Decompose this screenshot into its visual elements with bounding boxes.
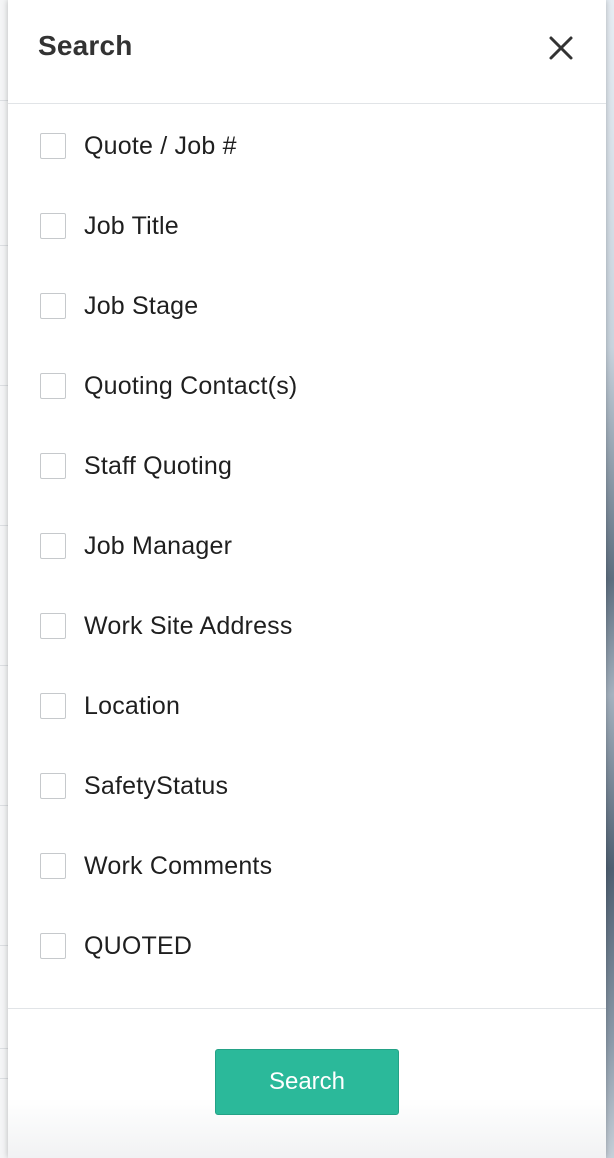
checkbox[interactable]	[40, 853, 66, 879]
option-label: Job Title	[84, 211, 179, 240]
background-divider	[0, 1048, 8, 1049]
option-label: Location	[84, 691, 181, 720]
option-quoted[interactable]: QUOTED	[8, 906, 606, 986]
background-divider	[0, 1078, 8, 1079]
option-label: Job Manager	[84, 531, 233, 560]
option-label: Quoting Contact(s)	[84, 371, 298, 400]
option-label: Work Comments	[84, 851, 273, 880]
background-divider	[0, 385, 8, 386]
checkbox[interactable]	[40, 373, 66, 399]
panel-title: Search	[38, 30, 133, 61]
option-work-comments[interactable]: Work Comments	[8, 826, 606, 906]
panel-footer: Search	[8, 1008, 606, 1158]
search-button[interactable]: Search	[215, 1049, 399, 1115]
background-divider	[0, 525, 8, 526]
option-label: Job Stage	[84, 291, 199, 320]
checkbox[interactable]	[40, 213, 66, 239]
option-label: Quote / Job #	[84, 131, 237, 160]
checkbox[interactable]	[40, 693, 66, 719]
checkbox[interactable]	[40, 453, 66, 479]
option-safety-status[interactable]: SafetyStatus	[8, 746, 606, 826]
options-list: Quote / Job # Job Title Job Stage Quotin…	[8, 104, 606, 1008]
option-work-site-address[interactable]: Work Site Address	[8, 586, 606, 666]
option-quote-job-number[interactable]: Quote / Job #	[8, 106, 606, 186]
option-label: SafetyStatus	[84, 771, 229, 800]
checkbox[interactable]	[40, 533, 66, 559]
checkbox[interactable]	[40, 773, 66, 799]
option-job-title[interactable]: Job Title	[8, 186, 606, 266]
checkbox[interactable]	[40, 613, 66, 639]
option-label: Staff Quoting	[84, 451, 233, 480]
checkbox[interactable]	[40, 133, 66, 159]
checkbox[interactable]	[40, 293, 66, 319]
checkbox[interactable]	[40, 933, 66, 959]
close-button[interactable]	[546, 33, 576, 63]
background-page	[0, 0, 8, 1158]
option-location[interactable]: Location	[8, 666, 606, 746]
option-label: Work Site Address	[84, 611, 293, 640]
background-divider	[0, 245, 8, 246]
background-divider	[0, 945, 8, 946]
background-divider	[0, 665, 8, 666]
option-quoting-contacts[interactable]: Quoting Contact(s)	[8, 346, 606, 426]
panel-header: Search	[8, 0, 606, 104]
close-icon	[549, 36, 573, 60]
option-staff-quoting[interactable]: Staff Quoting	[8, 426, 606, 506]
option-label: QUOTED	[84, 931, 193, 960]
option-job-manager[interactable]: Job Manager	[8, 506, 606, 586]
option-job-stage[interactable]: Job Stage	[8, 266, 606, 346]
background-divider	[0, 100, 8, 101]
background-image	[606, 0, 614, 1158]
background-divider	[0, 805, 8, 806]
search-panel: Search Quote / Job # Job Title Job Stage…	[8, 0, 606, 1158]
